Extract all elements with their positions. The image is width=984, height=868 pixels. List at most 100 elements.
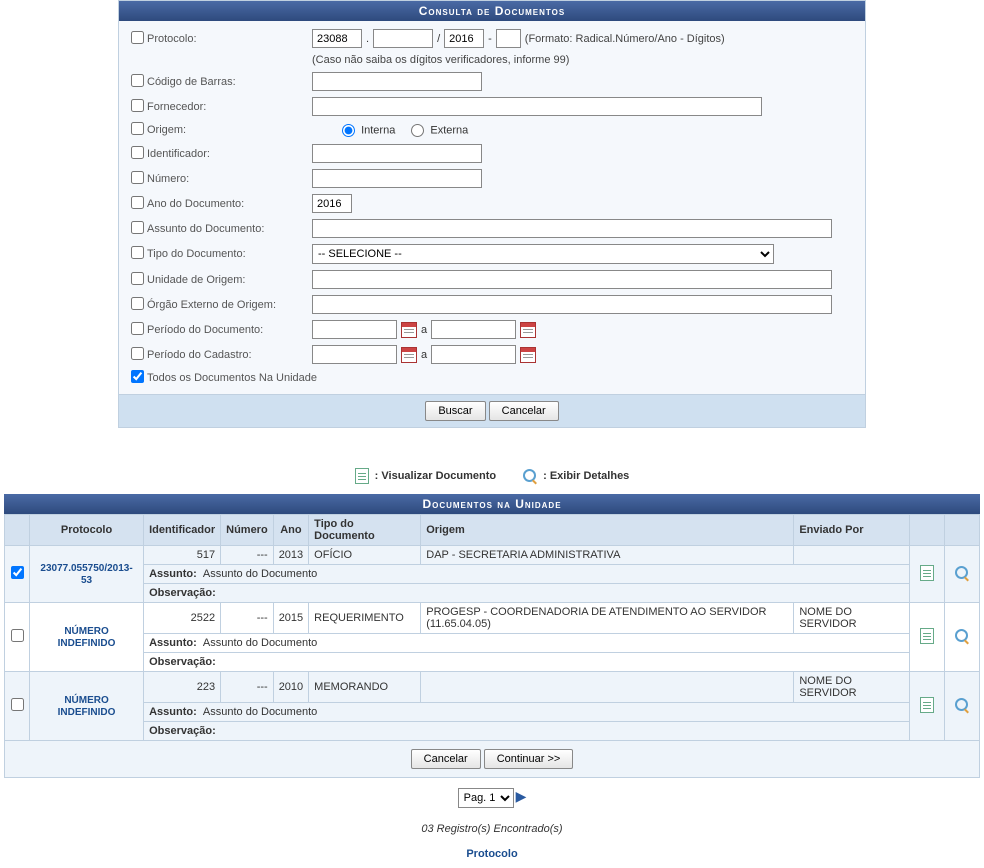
details-icon[interactable] (955, 566, 969, 580)
dot-separator: . (366, 33, 369, 45)
protocolo-ano-input[interactable] (444, 29, 484, 48)
formato-hint: (Formato: Radical.Número/Ano - Dígitos) (525, 33, 725, 45)
todos-label: Todos os Documentos Na Unidade (147, 372, 317, 384)
table-row-observacao: Observação: (5, 653, 980, 672)
periodo-cad-ini-input[interactable] (312, 345, 397, 364)
periodo-doc-fim-input[interactable] (431, 320, 516, 339)
periodo-cadastro-label: Período do Cadastro: (147, 349, 312, 361)
assunto-checkbox[interactable] (131, 221, 144, 234)
buscar-button[interactable]: Buscar (425, 401, 485, 421)
origem-interna-label[interactable]: Interna (342, 124, 395, 137)
cell-enviado (794, 546, 910, 565)
periodo-cadastro-checkbox[interactable] (131, 347, 144, 360)
identificador-input[interactable] (312, 144, 482, 163)
codigo-barras-label: Código de Barras: (147, 76, 312, 88)
periodo-cad-fim-input[interactable] (431, 345, 516, 364)
protocolo-link[interactable]: NÚMERO INDEFINIDO (58, 626, 116, 649)
table-row-assunto: Assunto: Assunto do Documento (5, 703, 980, 722)
view-document-icon[interactable] (920, 565, 934, 581)
protocolo-link[interactable]: Protocolo (466, 848, 517, 860)
orgao-externo-input[interactable] (312, 295, 832, 314)
ano-documento-label: Ano do Documento: (147, 198, 312, 210)
ano-documento-input[interactable] (312, 194, 352, 213)
unidade-origem-checkbox[interactable] (131, 272, 144, 285)
assunto-value: Assunto do Documento (203, 706, 317, 718)
periodo-documento-checkbox[interactable] (131, 322, 144, 335)
codigo-barras-checkbox[interactable] (131, 74, 144, 87)
protocolo-radical-input[interactable] (312, 29, 362, 48)
table-row: 23077.055750/2013-53517---2013OFÍCIODAP … (5, 546, 980, 565)
document-icon (355, 468, 369, 484)
cancelar-results-button[interactable]: Cancelar (411, 749, 481, 769)
unidade-origem-label: Unidade de Origem: (147, 274, 312, 286)
ano-documento-checkbox[interactable] (131, 196, 144, 209)
unidade-origem-input[interactable] (312, 270, 832, 289)
assunto-label: Assunto do Documento: (147, 223, 312, 235)
calendar-icon[interactable] (520, 347, 536, 363)
continuar-button[interactable]: Continuar >> (484, 749, 574, 769)
next-page-icon[interactable]: ▶ (516, 788, 527, 804)
fornecedor-checkbox[interactable] (131, 99, 144, 112)
details-icon[interactable] (955, 629, 969, 643)
codigo-barras-input[interactable] (312, 72, 482, 91)
todos-checkbox[interactable] (131, 370, 144, 383)
calendar-icon[interactable] (401, 322, 417, 338)
th-protocolo: Protocolo (30, 515, 144, 546)
th-identificador: Identificador (144, 515, 221, 546)
details-icon[interactable] (955, 698, 969, 712)
origem-externa-radio[interactable] (411, 124, 424, 137)
tipo-documento-checkbox[interactable] (131, 246, 144, 259)
origem-checkbox[interactable] (131, 122, 144, 135)
assunto-value: Assunto do Documento (203, 637, 317, 649)
a-separator: a (421, 349, 427, 361)
th-origem: Origem (421, 515, 794, 546)
numero-checkbox[interactable] (131, 171, 144, 184)
cell-identificador: 2522 (144, 603, 221, 634)
protocolo-numero-input[interactable] (373, 29, 433, 48)
assunto-value: Assunto do Documento (203, 568, 317, 580)
cell-enviado: NOME DO SERVIDOR (794, 603, 910, 634)
page-select[interactable]: Pag. 1 (458, 788, 514, 808)
cell-numero: --- (221, 546, 274, 565)
periodo-doc-ini-input[interactable] (312, 320, 397, 339)
panel-title: Consulta de Documentos (119, 1, 865, 21)
orgao-externo-checkbox[interactable] (131, 297, 144, 310)
numero-input[interactable] (312, 169, 482, 188)
assunto-input[interactable] (312, 219, 832, 238)
search-panel: Consulta de Documentos Protocolo: . / - … (118, 0, 866, 428)
origem-externa-label[interactable]: Externa (411, 124, 468, 137)
table-row: NÚMERO INDEFINIDO223---2010MEMORANDONOME… (5, 672, 980, 703)
orgao-externo-label: Órgão Externo de Origem: (147, 299, 312, 311)
slash-separator: / (437, 33, 440, 45)
calendar-icon[interactable] (520, 322, 536, 338)
protocolo-link[interactable]: NÚMERO INDEFINIDO (58, 695, 116, 718)
table-row: NÚMERO INDEFINIDO2522---2015REQUERIMENTO… (5, 603, 980, 634)
th-ano: Ano (273, 515, 308, 546)
view-document-icon[interactable] (920, 628, 934, 644)
row-checkbox[interactable] (11, 629, 24, 642)
cell-identificador: 517 (144, 546, 221, 565)
cell-ano: 2010 (273, 672, 308, 703)
view-document-icon[interactable] (920, 697, 934, 713)
protocolo-link[interactable]: 23077.055750/2013-53 (40, 563, 132, 586)
tipo-documento-label: Tipo do Documento: (147, 248, 312, 260)
table-row-observacao: Observação: (5, 584, 980, 603)
row-checkbox[interactable] (11, 698, 24, 711)
identificador-label: Identificador: (147, 148, 312, 160)
tipo-documento-select[interactable]: -- SELECIONE -- (312, 244, 774, 264)
identificador-checkbox[interactable] (131, 146, 144, 159)
cell-numero: --- (221, 603, 274, 634)
protocolo-digitos-input[interactable] (496, 29, 521, 48)
fornecedor-input[interactable] (312, 97, 762, 116)
row-checkbox[interactable] (11, 566, 24, 579)
legend-visualizar: : Visualizar Documento (375, 470, 496, 482)
table-row-assunto: Assunto: Assunto do Documento (5, 565, 980, 584)
legend: : Visualizar Documento : Exibir Detalhes (0, 458, 984, 494)
cell-ano: 2013 (273, 546, 308, 565)
cancelar-button[interactable]: Cancelar (489, 401, 559, 421)
protocolo-checkbox[interactable] (131, 31, 144, 44)
magnifier-icon (523, 469, 537, 483)
cell-ano: 2015 (273, 603, 308, 634)
calendar-icon[interactable] (401, 347, 417, 363)
origem-interna-radio[interactable] (342, 124, 355, 137)
